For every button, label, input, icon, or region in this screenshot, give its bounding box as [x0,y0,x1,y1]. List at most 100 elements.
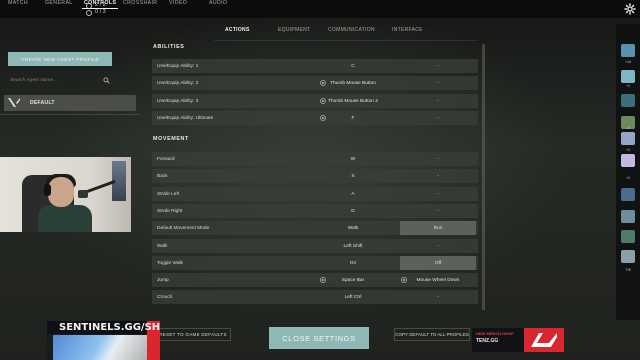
keybind-row: Use/Equip Ability: 1 C- [152,59,478,73]
subtab-equipment[interactable]: EQUIPMENT [278,27,310,33]
agent-portrait-icon [621,70,635,83]
keybind-action: Strafe Left [157,191,180,197]
secondary-key-slot[interactable]: Mouse Wheel Down [400,273,476,287]
agent-portrait-icon [621,210,635,223]
sponsor-banner: SENTINELS.GG/SHOP [47,321,160,360]
keybind-scrollbar[interactable] [482,44,485,310]
secondary-key-slot[interactable]: - [400,169,476,183]
secondary-key-slot[interactable]: - [400,76,476,90]
tab-controls[interactable]: CONTROLS [82,0,119,9]
feed-label: +1 [625,148,631,152]
keybind-row: Strafe Left A - [152,187,478,201]
primary-key-slot[interactable]: Left Ctrl [315,290,391,304]
top-nav-bar: 2 / 2 0 / 3 MATCH GENERAL CONTROLS CROSSHAI… [0,0,640,18]
secondary-key-slot[interactable]: Run [400,221,476,235]
primary-key-slot[interactable]: Thumb Mouse Button [315,76,391,90]
keybind-action: Use/Equip Ability: 3 [157,98,199,104]
secondary-key-slot[interactable]: Off [400,256,476,270]
profile-item-default[interactable]: DEFAULT [4,95,136,111]
merch-line-2: TENZ.GG [476,338,499,344]
keybind-row: Default Movement Mode Walk Run [152,221,478,235]
agent-portrait-icon [621,44,635,57]
primary-key-slot[interactable]: Space Bar [315,273,391,287]
clear-binding-icon[interactable] [320,115,326,121]
keybind-row: Walk Left Shift - [152,239,478,253]
counter-row-2: 0 / 3 [86,9,106,16]
profile-divider [0,114,140,115]
keybind-action: Forward [157,156,175,162]
keybind-action: Back [157,173,168,179]
keybind-row: Back S - [152,169,478,183]
agent-portrait-icon [621,132,635,145]
agent-portrait-icon [621,230,635,243]
primary-key-slot[interactable]: D [315,204,391,218]
secondary-key-slot[interactable]: - [400,204,476,218]
secondary-key-slot[interactable]: - [400,59,476,73]
create-agent-profile-button[interactable]: CREATE NEW AGENT PROFILE [8,52,112,66]
feed-label: -8 [626,126,630,130]
copy-default-button[interactable]: COPY DEFAULT TO ALL PROFILES [394,328,470,341]
section-movement: MOVEMENT [153,136,189,142]
tab-match[interactable]: MATCH [6,0,30,6]
keybind-row: Use/Equip Ability: 3 Thumb Mouse Button 2… [152,94,478,108]
keybind-row: Jump Space Bar Mouse Wheel Down [152,273,478,287]
profile-label: DEFAULT [30,100,55,106]
keybind-action: Strafe Right [157,208,183,214]
subtab-actions[interactable]: ACTIONS [225,27,250,33]
secondary-key-slot[interactable]: - [400,239,476,253]
secondary-key-slot[interactable]: - [400,111,476,125]
keybind-row: Strafe Right D - [152,204,478,218]
keybind-action: Default Movement Mode [157,225,210,231]
keybind-action: Crouch [157,294,173,300]
section-abilities: ABILITIES [153,44,185,50]
reset-defaults-button[interactable]: RESET TO GAME DEFAULTS [155,328,231,341]
keybind-row: Crouch Left Ctrl - [152,290,478,304]
search-placeholder: Search Agent Name... [10,77,58,83]
primary-key-slot[interactable]: Left Shift [315,239,391,253]
feed-label: +14 [624,60,632,64]
primary-key-slot[interactable]: S [315,169,391,183]
subtab-divider [214,40,478,41]
primary-key-slot[interactable]: C [315,59,391,73]
keybind-row: Use/Equip Ability: Ultimate F - [152,111,478,125]
keybind-action: Toggle Walk [157,260,183,266]
subtab-interface[interactable]: INTERFACE [392,27,423,33]
team-count-icon [86,9,92,16]
keybind-row: Forward W - [152,152,478,166]
clear-binding-icon[interactable] [320,80,326,86]
streamer-webcam [0,157,131,232]
secondary-key-slot[interactable]: - [400,290,476,304]
valorant-logo-icon [8,98,20,107]
keybind-action: Use/Equip Ability: Ultimate [157,115,214,121]
secondary-key-slot[interactable]: - [400,187,476,201]
primary-key-slot[interactable]: On [315,256,391,270]
merch-banner: NEW MERCH DROP TENZ.GG [472,328,564,352]
agent-search-input[interactable]: Search Agent Name... [10,74,110,86]
keybind-row: Use/Equip Ability: 2 Thumb Mouse Button - [152,76,478,90]
agent-portrait-icon [621,250,635,263]
merch-image [53,335,153,360]
subtab-communication[interactable]: COMMUNICATION [328,27,375,33]
clear-binding-icon[interactable] [401,277,407,283]
secondary-key-slot[interactable]: - [400,94,476,108]
clear-binding-icon[interactable] [320,98,326,104]
keybind-action: Use/Equip Ability: 1 [157,63,199,69]
keybind-row: Toggle Walk On Off [152,256,478,270]
tab-general[interactable]: GENERAL [43,0,75,6]
tab-crosshair[interactable]: CROSSHAIR [121,0,159,6]
secondary-key-slot[interactable]: - [400,152,476,166]
tab-video[interactable]: VIDEO [167,0,189,6]
primary-key-slot[interactable]: W [315,152,391,166]
search-icon [103,76,110,84]
primary-key-slot[interactable]: Thumb Mouse Button 2 [315,94,391,108]
clear-binding-icon[interactable] [320,277,326,283]
primary-key-slot[interactable]: F [315,111,391,125]
agent-portrait-icon [621,94,635,107]
keybind-action: Use/Equip Ability: 2 [157,80,199,86]
tab-audio[interactable]: AUDIO [207,0,229,6]
event-feed-strip: +14 +1 -8 +1 +1 T/8 [616,24,640,320]
primary-key-slot[interactable]: Walk [315,221,391,235]
primary-key-slot[interactable]: A [315,187,391,201]
gear-icon[interactable] [624,3,636,15]
close-settings-button[interactable]: CLOSE SETTINGS [269,327,369,349]
